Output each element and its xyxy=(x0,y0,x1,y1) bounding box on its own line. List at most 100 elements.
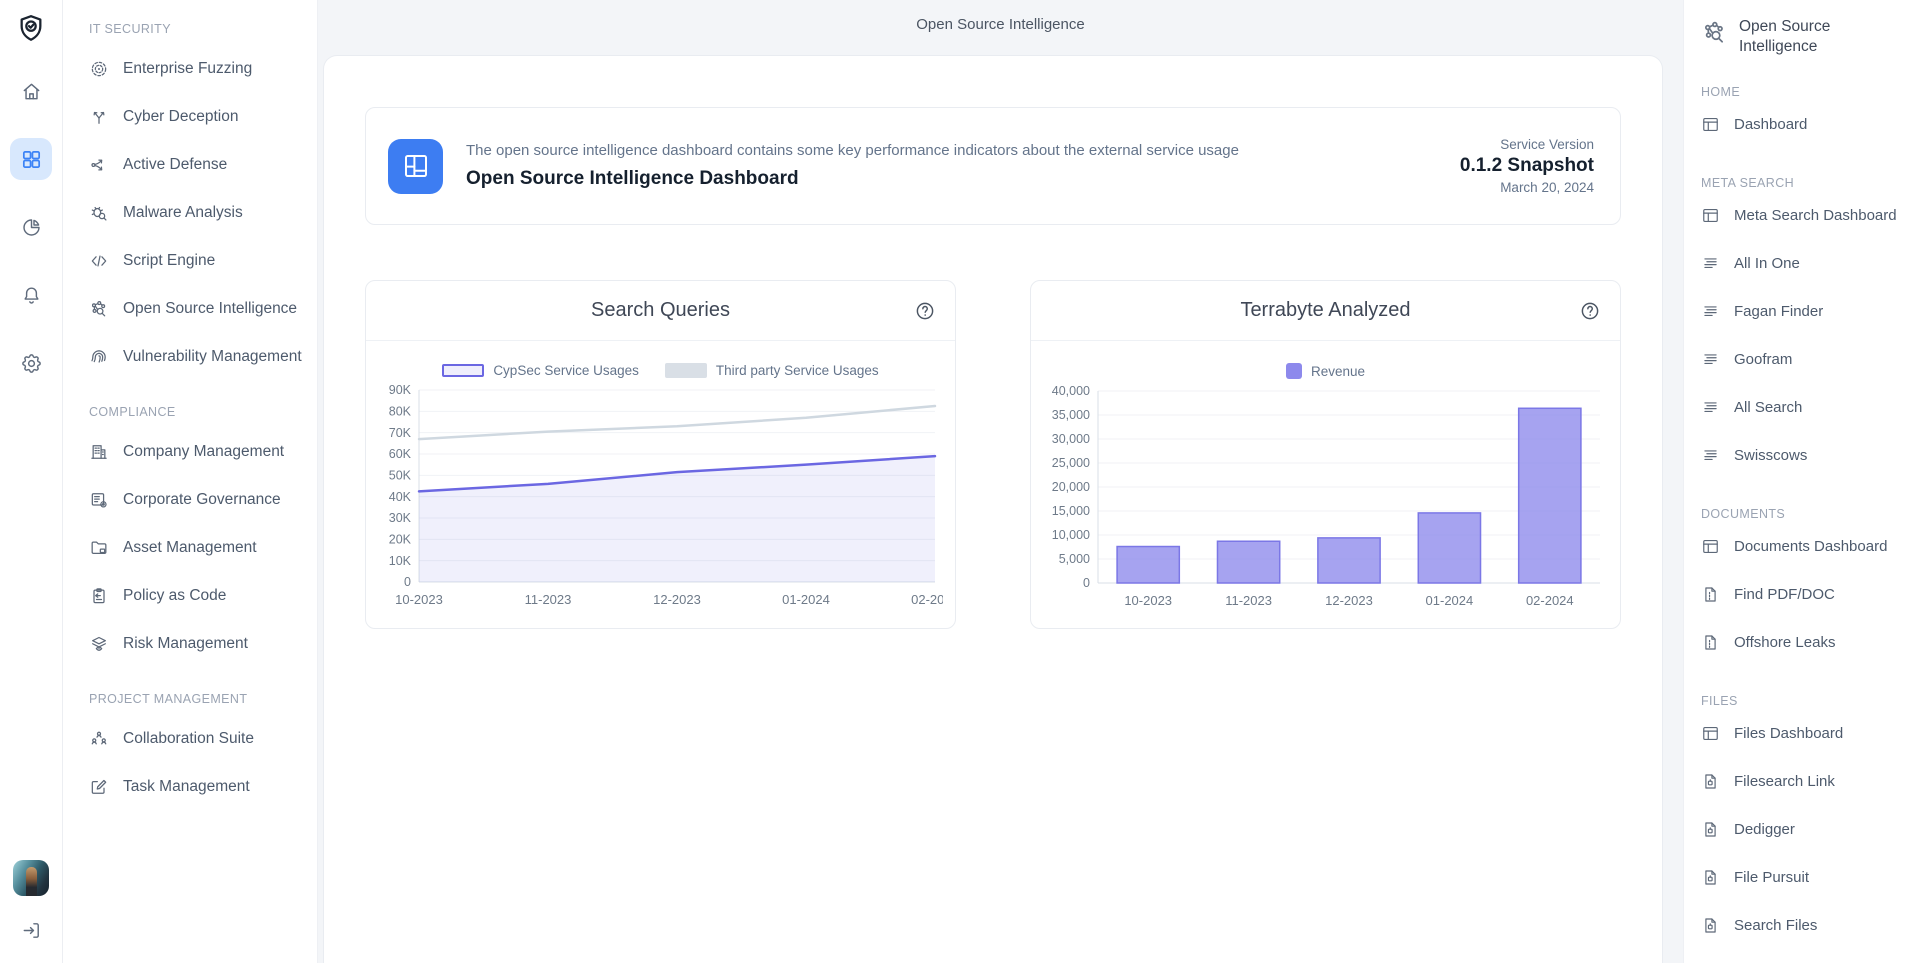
user-avatar[interactable] xyxy=(13,860,49,896)
pie-icon xyxy=(20,216,43,239)
help-icon[interactable] xyxy=(914,300,936,322)
right-item-files-dashboard[interactable]: Files Dashboard xyxy=(1701,710,1912,758)
bell-icon xyxy=(20,284,43,307)
legend-item-revenue[interactable]: Revenue xyxy=(1286,363,1365,379)
right-item-label: All In One xyxy=(1734,255,1800,272)
sidebar-item-malware-analysis[interactable]: Malware Analysis xyxy=(89,189,307,237)
rail-button-settings[interactable] xyxy=(10,342,52,384)
svg-text:02-2024: 02-2024 xyxy=(1525,593,1573,608)
legend-label: CypSec Service Usages xyxy=(493,363,639,378)
legend-item-cypsec-service-usages[interactable]: CypSec Service Usages xyxy=(442,363,639,378)
icon-rail xyxy=(0,0,63,963)
legend-swatch xyxy=(665,363,707,378)
logout-button[interactable] xyxy=(10,909,52,951)
svg-text:02-2024: 02-2024 xyxy=(911,592,943,607)
right-item-goofram[interactable]: Goofram xyxy=(1701,336,1912,384)
building-icon xyxy=(89,442,109,462)
right-item-offshore-leaks[interactable]: Offshore Leaks xyxy=(1701,619,1912,667)
rail-button-home[interactable] xyxy=(10,70,52,112)
right-item-all-in-one[interactable]: All In One xyxy=(1701,240,1912,288)
svg-text:10,000: 10,000 xyxy=(1051,528,1089,542)
right-item-meta-search-dashboard[interactable]: Meta Search Dashboard xyxy=(1701,192,1912,240)
logout-icon xyxy=(20,919,43,942)
file-text-icon xyxy=(1701,633,1720,652)
right-item-swisscows[interactable]: Swisscows xyxy=(1701,432,1912,480)
rail-button-apps[interactable] xyxy=(10,138,52,180)
sidebar-item-collaboration-suite[interactable]: Collaboration Suite xyxy=(89,715,307,763)
grid-icon xyxy=(20,148,43,171)
sidebar-item-company-management[interactable]: Company Management xyxy=(89,428,307,476)
target-icon xyxy=(89,59,109,79)
service-version-value: 0.1.2 Snapshot xyxy=(1460,155,1594,177)
right-item-find-pdf-doc[interactable]: Find PDF/DOC xyxy=(1701,571,1912,619)
right-item-label: Dedigger xyxy=(1734,821,1795,838)
dashboard-title: Open Source Intelligence Dashboard xyxy=(466,168,1239,190)
right-sidebar-logo: Open Source Intelligence xyxy=(1701,17,1912,58)
flow-icon xyxy=(89,155,109,175)
sidebar-item-task-management[interactable]: Task Management xyxy=(89,763,307,811)
bar-10-2023 xyxy=(1117,547,1179,583)
list-gear-icon xyxy=(89,490,109,510)
gear-icon xyxy=(20,352,43,375)
dashboard-header-card: The open source intelligence dashboard c… xyxy=(365,107,1621,225)
sidebar-item-label: Asset Management xyxy=(123,539,257,557)
sidebar-item-script-engine[interactable]: Script Engine xyxy=(89,237,307,285)
rail-button-analytics[interactable] xyxy=(10,206,52,248)
window-icon xyxy=(1701,537,1720,556)
right-item-dedigger[interactable]: Dedigger xyxy=(1701,806,1912,854)
osint-network-search-icon xyxy=(1701,19,1728,46)
chart-canvas: 010K20K30K40K50K60K70K80K90K10-202311-20… xyxy=(379,382,943,620)
sidebar-item-active-defense[interactable]: Active Defense xyxy=(89,141,307,189)
chart-legend: CypSec Service Usages Third party Service… xyxy=(366,363,955,378)
right-item-label: Filesearch Link xyxy=(1734,773,1835,790)
right-item-label: Fagan Finder xyxy=(1734,303,1823,320)
sidebar-item-label: Script Engine xyxy=(123,252,215,270)
service-version-label: Service Version xyxy=(1460,137,1594,152)
sidebar-item-cyber-deception[interactable]: Cyber Deception xyxy=(89,93,307,141)
rail-button-notifications[interactable] xyxy=(10,274,52,316)
svg-text:11-2023: 11-2023 xyxy=(1225,593,1272,608)
app-logo-shield-icon[interactable] xyxy=(15,12,47,44)
svg-text:50K: 50K xyxy=(388,469,411,483)
chart-title: Search Queries xyxy=(591,299,730,322)
org-people-icon xyxy=(89,729,109,749)
sidebar-item-corporate-governance[interactable]: Corporate Governance xyxy=(89,476,307,524)
list-lines-icon xyxy=(1701,254,1720,273)
sidebar-item-label: Corporate Governance xyxy=(123,491,281,509)
right-item-label: Find PDF/DOC xyxy=(1734,586,1835,603)
network-search-icon xyxy=(89,299,109,319)
right-item-label: Dashboard xyxy=(1734,116,1807,133)
right-item-file-pursuit[interactable]: File Pursuit xyxy=(1701,854,1912,902)
right-section-title-documents: DOCUMENTS xyxy=(1701,507,1912,521)
svg-text:15,000: 15,000 xyxy=(1051,504,1089,518)
right-item-label: Goofram xyxy=(1734,351,1792,368)
window-icon xyxy=(1701,724,1720,743)
sidebar-item-label: Cyber Deception xyxy=(123,108,238,126)
right-item-documents-dashboard[interactable]: Documents Dashboard xyxy=(1701,523,1912,571)
svg-text:12-2023: 12-2023 xyxy=(653,592,701,607)
sidebar-item-enterprise-fuzzing[interactable]: Enterprise Fuzzing xyxy=(89,45,307,93)
chart-canvas: 05,00010,00015,00020,00025,00030,00035,0… xyxy=(1044,383,1608,621)
sidebar-item-open-source-intelligence[interactable]: Open Source Intelligence xyxy=(89,285,307,333)
window-icon xyxy=(1701,115,1720,134)
sidebar-item-vulnerability-management[interactable]: Vulnerability Management xyxy=(89,333,307,381)
sidebar-item-policy-as-code[interactable]: Policy as Code xyxy=(89,572,307,620)
sidebar-item-label: Task Management xyxy=(123,778,250,796)
main-area: Open Source Intelligence The open source… xyxy=(318,0,1683,963)
sidebar-item-label: Active Defense xyxy=(123,156,227,174)
right-item-filesearch-link[interactable]: Filesearch Link xyxy=(1701,758,1912,806)
chart-card-header: Search Queries xyxy=(366,281,955,341)
right-item-fagan-finder[interactable]: Fagan Finder xyxy=(1701,288,1912,336)
svg-text:80K: 80K xyxy=(388,405,411,419)
right-item-dashboard[interactable]: Dashboard xyxy=(1701,101,1912,149)
list-lines-icon xyxy=(1701,398,1720,417)
edit-square-icon xyxy=(89,777,109,797)
legend-label: Third party Service Usages xyxy=(716,363,879,378)
help-icon[interactable] xyxy=(1579,300,1601,322)
right-item-search-files[interactable]: Search Files xyxy=(1701,902,1912,950)
svg-text:40K: 40K xyxy=(388,490,411,504)
sidebar-item-asset-management[interactable]: Asset Management xyxy=(89,524,307,572)
sidebar-item-risk-management[interactable]: Risk Management xyxy=(89,620,307,668)
right-item-all-search[interactable]: All Search xyxy=(1701,384,1912,432)
legend-item-third-party-service-usages[interactable]: Third party Service Usages xyxy=(665,363,879,378)
